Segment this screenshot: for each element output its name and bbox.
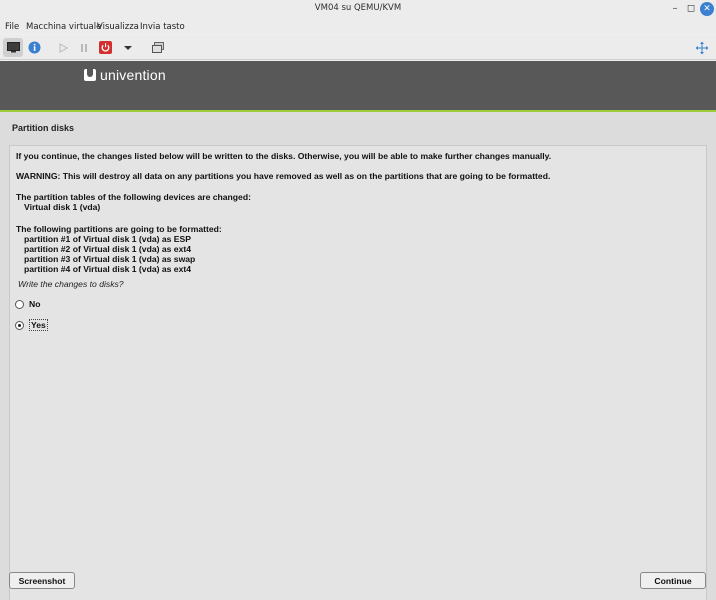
play-icon[interactable]	[53, 38, 73, 57]
question-text: Write the changes to disks?	[18, 279, 124, 289]
partition-item: partition #4 of Virtual disk 1 (vda) as …	[24, 264, 191, 274]
tables-device: Virtual disk 1 (vda)	[24, 202, 101, 212]
option-yes-label: Yes	[29, 319, 48, 331]
guest-display[interactable]: univention Partition disks If you contin…	[0, 61, 716, 600]
power-icon[interactable]	[95, 38, 115, 57]
brand-name: univention	[100, 67, 166, 83]
radio-yes[interactable]	[15, 320, 24, 330]
partition-item: partition #1 of Virtual disk 1 (vda) as …	[24, 234, 191, 244]
format-heading: The following partitions are going to be…	[16, 224, 222, 234]
maximize-button[interactable]: ◻	[684, 2, 698, 16]
console-icon[interactable]	[3, 38, 23, 57]
option-no[interactable]: No	[15, 299, 40, 309]
fullscreen-icon[interactable]	[692, 38, 712, 57]
window-title: VM04 su QEMU/KVM	[314, 3, 402, 13]
univention-logo-icon	[84, 69, 96, 81]
option-yes[interactable]: Yes	[15, 319, 48, 331]
close-button[interactable]: ✕	[700, 2, 714, 16]
snapshot-icon[interactable]	[148, 38, 168, 57]
option-no-label: No	[29, 299, 41, 309]
pause-icon[interactable]	[74, 38, 94, 57]
warning-text: WARNING: This will destroy all data on a…	[16, 171, 551, 181]
partition-item: partition #3 of Virtual disk 1 (vda) as …	[24, 254, 196, 264]
menu-send-key[interactable]: Invia tasto	[140, 22, 185, 32]
menu-virtual-machine[interactable]: Macchina virtuale	[26, 22, 101, 32]
info-icon[interactable]	[24, 38, 44, 57]
minimize-button[interactable]: –	[668, 2, 682, 16]
partition-item: partition #2 of Virtual disk 1 (vda) as …	[24, 244, 191, 254]
menu-file[interactable]: File	[5, 22, 19, 32]
dropdown-arrow-icon[interactable]	[118, 38, 138, 57]
installer-banner: univention	[0, 61, 716, 112]
page-title: Partition disks	[12, 123, 75, 133]
menu-bar: File Macchina virtuale Visualizza Invia …	[0, 19, 716, 34]
title-bar: VM04 su QEMU/KVM – ◻ ✕	[0, 0, 716, 19]
toolbar	[0, 35, 716, 60]
menu-view[interactable]: Visualizza	[97, 22, 139, 32]
continue-button[interactable]: Continue	[640, 572, 706, 589]
screenshot-button[interactable]: Screenshot	[9, 572, 75, 589]
univention-logo: univention	[84, 67, 166, 83]
vm-window: VM04 su QEMU/KVM – ◻ ✕ File Macchina vir…	[0, 0, 716, 600]
content-panel: If you continue, the changes listed belo…	[9, 145, 707, 600]
radio-no[interactable]	[15, 299, 24, 309]
intro-text: If you continue, the changes listed belo…	[16, 151, 552, 161]
tables-heading: The partition tables of the following de…	[16, 192, 251, 202]
